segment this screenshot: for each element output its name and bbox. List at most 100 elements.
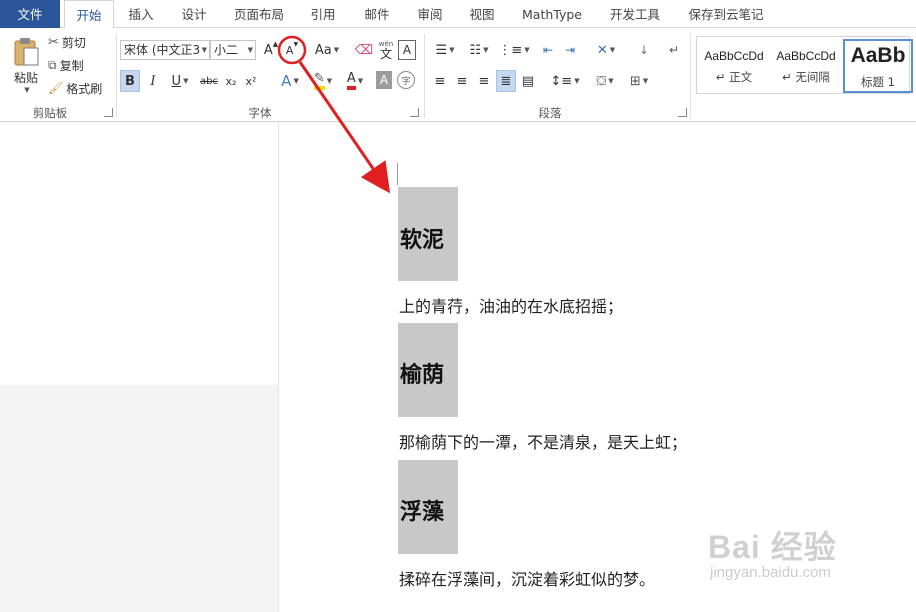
paste-button[interactable]: 粘贴 ▼ bbox=[8, 34, 44, 96]
superscript-button[interactable]: x² bbox=[242, 70, 260, 92]
enclose-characters-button[interactable]: 字 bbox=[397, 71, 415, 89]
clipboard-icon bbox=[14, 37, 39, 65]
tab-home[interactable]: 开始 bbox=[64, 0, 114, 29]
font-group-label: 字体 bbox=[248, 106, 272, 120]
shrink-font-icon: A bbox=[285, 43, 294, 57]
font-size-combo[interactable]: 小二 ▼ bbox=[210, 40, 256, 60]
character-shading-button[interactable]: A bbox=[376, 71, 392, 89]
tab-file[interactable]: 文件 bbox=[0, 0, 60, 28]
tab-mailings[interactable]: 邮件 bbox=[360, 0, 394, 28]
bold-icon: B bbox=[125, 73, 135, 89]
baidu-watermark: Bai 经验 jingyan.baidu.com bbox=[700, 520, 900, 600]
bullets-button[interactable]: ☰ ▼ bbox=[430, 40, 460, 60]
ribbon-tab-bar: 文件 开始 插入 设计 页面布局 引用 邮件 审阅 视图 MathType 开发… bbox=[0, 0, 916, 29]
increase-indent-button[interactable]: ⇥ bbox=[560, 40, 580, 60]
heading-text[interactable]: 榆荫 bbox=[400, 357, 444, 389]
shading-button[interactable]: ⛋ ▼ bbox=[590, 70, 620, 92]
copy-icon: ⧉ bbox=[48, 57, 57, 72]
underline-button[interactable]: U ▼ bbox=[166, 70, 194, 92]
tab-developer[interactable]: 开发工具 bbox=[604, 0, 666, 28]
tab-insert[interactable]: 插入 bbox=[124, 0, 158, 28]
chevron-down-icon: ▼ bbox=[201, 46, 207, 54]
ribbon-home: 粘贴 ▼ ✂ 剪切 ⧉ 复制 🖌 格式刷 剪贴板 宋体 (中文正3 ▼ 小二 ▼ A… bbox=[0, 28, 916, 122]
group-divider bbox=[424, 34, 425, 118]
show-marks-button[interactable]: ↵ bbox=[664, 40, 684, 60]
italic-button[interactable]: I bbox=[144, 70, 162, 92]
tab-references[interactable]: 引用 bbox=[306, 0, 340, 28]
bullet-list-icon: ☰ bbox=[435, 42, 448, 58]
strikethrough-button[interactable]: abc bbox=[198, 70, 220, 92]
style-name: ↵ 无间隔 bbox=[782, 70, 830, 84]
decrease-indent-icon: ⇤ bbox=[542, 43, 554, 57]
subscript-icon: x₂ bbox=[225, 74, 237, 88]
tab-save-cloud-note[interactable]: 保存到云笔记 bbox=[682, 0, 770, 28]
line-spacing-button[interactable]: ↕≡ ▼ bbox=[550, 70, 580, 92]
font-name-value: 宋体 (中文正3 bbox=[124, 43, 201, 57]
font-color-icon: A bbox=[346, 72, 356, 90]
style-sample: AaBbCcDd bbox=[704, 49, 764, 63]
align-right-button[interactable]: ≡ bbox=[474, 70, 494, 92]
paragraph-launcher-icon[interactable] bbox=[678, 108, 687, 117]
align-center-button[interactable]: ≡ bbox=[452, 70, 472, 92]
distributed-icon: ▤ bbox=[521, 73, 535, 89]
grow-font-icon: A bbox=[263, 42, 273, 58]
body-line[interactable]: 上的青荇，油油的在水底招摇； bbox=[399, 293, 623, 317]
multilevel-list-button[interactable]: ⋮≡ ▼ bbox=[498, 40, 530, 60]
paste-label: 粘贴 bbox=[13, 70, 38, 85]
sort-button[interactable]: ↓ bbox=[634, 40, 654, 60]
left-margin-area bbox=[0, 122, 278, 385]
grow-font-button[interactable]: A ▲ bbox=[262, 40, 280, 60]
clear-formatting-button[interactable]: ⌫ bbox=[354, 40, 374, 60]
style-normal[interactable]: AaBbCcDd ↵ 正文 bbox=[699, 39, 769, 93]
borders-icon: ⊞ bbox=[629, 73, 641, 89]
style-heading-1[interactable]: AaBb 标题 1 bbox=[843, 39, 913, 93]
paintbrush-icon: 🖌 bbox=[48, 81, 64, 95]
character-border-button[interactable]: A bbox=[398, 40, 416, 60]
shrink-font-button[interactable]: A ▼ bbox=[283, 40, 301, 60]
phonetic-guide-button[interactable]: wén 文 bbox=[376, 38, 396, 62]
multilevel-list-icon: ⋮≡ bbox=[498, 42, 523, 58]
decrease-indent-button[interactable]: ⇤ bbox=[538, 40, 558, 60]
watermark-logo: Bai 经验 bbox=[708, 529, 837, 565]
body-line[interactable]: 揉碎在浮藻间，沉淀着彩虹似的梦。 bbox=[399, 566, 655, 590]
heading-text[interactable]: 浮藻 bbox=[400, 494, 444, 526]
text-effects-button[interactable]: A ▼ bbox=[276, 70, 304, 92]
highlight-button[interactable]: ✎ ▼ bbox=[308, 70, 338, 92]
clipboard-launcher-icon[interactable] bbox=[104, 108, 113, 117]
tab-page-layout[interactable]: 页面布局 bbox=[228, 0, 290, 28]
cut-button[interactable]: ✂ 剪切 bbox=[48, 33, 98, 51]
chinese-layout-button[interactable]: ✕ ▼ bbox=[590, 40, 622, 60]
justify-button[interactable]: ≣ bbox=[496, 70, 516, 92]
align-left-button[interactable]: ≡ bbox=[430, 70, 450, 92]
paste-dropdown-icon[interactable]: ▼ bbox=[24, 86, 29, 94]
body-line[interactable]: 那榆荫下的一潭，不是清泉，是天上虹； bbox=[399, 429, 687, 453]
paint-bucket-icon: ⛋ bbox=[596, 73, 607, 89]
numbering-button[interactable]: ☷ ▼ bbox=[464, 40, 494, 60]
subscript-button[interactable]: x₂ bbox=[222, 70, 240, 92]
tab-design[interactable]: 设计 bbox=[174, 0, 214, 28]
borders-button[interactable]: ⊞ ▼ bbox=[624, 70, 654, 92]
character-border-icon: A bbox=[402, 43, 412, 57]
copy-button[interactable]: ⧉ 复制 bbox=[48, 56, 98, 74]
tab-review[interactable]: 审阅 bbox=[412, 0, 448, 28]
tab-mathtype[interactable]: MathType bbox=[518, 0, 586, 28]
line-spacing-icon: ↕≡ bbox=[550, 73, 573, 89]
tab-view[interactable]: 视图 bbox=[464, 0, 500, 28]
highlighter-icon: ✎ bbox=[313, 72, 325, 90]
increase-indent-icon: ⇥ bbox=[564, 43, 576, 57]
sort-icon: ↓ bbox=[638, 43, 650, 57]
format-painter-button[interactable]: 🖌 格式刷 bbox=[48, 79, 108, 97]
distributed-button[interactable]: ▤ bbox=[518, 70, 538, 92]
change-case-button[interactable]: Aa ▼ bbox=[312, 40, 342, 60]
font-name-combo[interactable]: 宋体 (中文正3 ▼ bbox=[120, 40, 210, 60]
heading-text[interactable]: 软泥 bbox=[400, 222, 444, 254]
font-color-button[interactable]: A ▼ bbox=[340, 70, 370, 92]
bold-button[interactable]: B bbox=[120, 70, 140, 92]
change-case-icon: Aa bbox=[314, 42, 332, 58]
strikethrough-icon: abc bbox=[200, 75, 218, 87]
font-launcher-icon[interactable] bbox=[410, 108, 419, 117]
align-right-icon: ≡ bbox=[478, 73, 490, 89]
chevron-down-icon: ▼ bbox=[247, 46, 253, 54]
style-no-spacing[interactable]: AaBbCcDd ↵ 无间隔 bbox=[771, 39, 841, 93]
paragraph-group-label: 段落 bbox=[538, 106, 562, 120]
